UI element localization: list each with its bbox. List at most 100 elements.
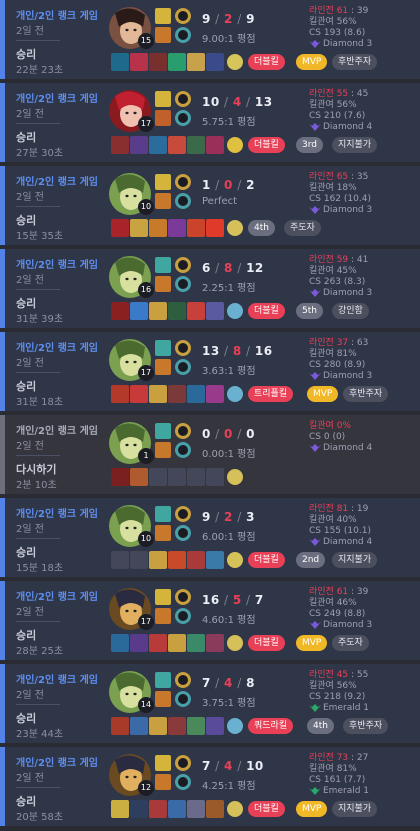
item-icon[interactable] [187,551,205,569]
time-ago: 2일 전 [16,109,44,120]
item-icon[interactable] [149,800,167,818]
item-icon[interactable] [168,800,186,818]
item-icon[interactable] [206,634,224,652]
ward-trinket-icon[interactable] [227,469,243,485]
item-icon[interactable] [111,717,129,735]
item-icon[interactable] [130,717,148,735]
item-icon[interactable] [168,302,186,320]
match-card[interactable]: 개인/2인 랭크 게임 2일 전 승리 27분 30초 17 10 / 4 / 13 5.7… [0,83,420,162]
item-icon[interactable] [130,53,148,71]
item-icon[interactable] [130,800,148,818]
item-icon[interactable] [149,53,167,71]
item-icon[interactable] [111,53,129,71]
item-icon[interactable] [111,385,129,403]
ward-trinket-icon[interactable] [227,718,243,734]
item-icon[interactable] [130,634,148,652]
match-card[interactable]: 개인/2인 랭크 게임 2일 전 승리 31분 18초 17 13 / 8 / 16 3.6… [0,332,420,411]
item-icon[interactable] [187,302,205,320]
match-card[interactable]: 개인/2인 랭크 게임 2일 전 승리 15분 18초 10 9 / 2 / 3 6.00:… [0,498,420,577]
item-icon[interactable] [206,136,224,154]
item-icon[interactable] [168,717,186,735]
item-icon[interactable] [111,136,129,154]
item-icon[interactable] [187,800,205,818]
item-icon[interactable] [111,800,129,818]
ward-trinket-icon[interactable] [227,386,243,402]
time-ago: 2일 전 [16,524,44,535]
item-icon[interactable] [168,136,186,154]
item-icon[interactable] [187,385,205,403]
ward-trinket-icon[interactable] [227,635,243,651]
item-icon[interactable] [149,136,167,154]
item-icon[interactable] [130,136,148,154]
item-icon[interactable] [187,219,205,237]
item-icon[interactable] [149,634,167,652]
ignite-spell-icon [155,27,171,43]
item-icon[interactable] [187,717,205,735]
kills-count: 7 [202,759,211,773]
match-card[interactable]: 개인/2인 랭크 게임 2일 전 승리 20분 58초 12 7 / 4 / 10 4.25… [0,747,420,826]
match-card[interactable]: 개인/2인 랭크 게임 2일 전 승리 22분 23초 15 9 / 2 / 9 9.00:… [0,0,420,79]
item-icon[interactable] [168,551,186,569]
empty-item-slot[interactable] [130,551,148,569]
item-icon[interactable] [130,468,148,486]
item-icon[interactable] [206,717,224,735]
item-icon[interactable] [206,551,224,569]
kda-ratio: 5.75:1 평점 [202,117,256,128]
game-result: 승리 [16,795,37,808]
match-card[interactable]: 개인/2인 랭크 게임 2일 전 승리 28분 25초 17 16 / 5 / 7 4.60… [0,581,420,660]
secondary-rune-icon [175,442,191,458]
ward-trinket-icon[interactable] [227,54,243,70]
queue-type: 개인/2인 랭크 게임 [16,177,98,188]
ward-trinket-icon[interactable] [227,801,243,817]
match-card[interactable]: 개인/2인 랭크 게임 2일 전 승리 31분 39초 16 6 / 8 / 12 2.25… [0,249,420,328]
item-icon[interactable] [168,385,186,403]
item-icon[interactable] [149,302,167,320]
ward-trinket-icon[interactable] [227,220,243,236]
item-icon[interactable] [187,136,205,154]
empty-item-slot[interactable] [149,468,167,486]
item-icon[interactable] [111,634,129,652]
item-icon[interactable] [206,53,224,71]
item-icon[interactable] [149,717,167,735]
item-icon[interactable] [206,800,224,818]
kill-participation: 킬관여 56% [309,17,357,27]
match-card[interactable]: 개인/2인 랭크 게임 2일 전 다시하기 2분 10초 1 0 / 0 / 0 0.00:… [0,415,420,494]
item-icon[interactable] [130,219,148,237]
ward-trinket-icon[interactable] [227,303,243,319]
lane-score: 라인전 81 : 19 [309,504,372,515]
match-card[interactable]: 개인/2인 랭크 게임 2일 전 승리 15분 35초 10 1 / 0 / 2 Perfe… [0,166,420,245]
multikill-badge: 더블킬 [248,137,285,153]
item-icon[interactable] [149,219,167,237]
item-icon[interactable] [111,302,129,320]
item-icon[interactable] [187,53,205,71]
flash-spell-icon [155,91,171,107]
ward-trinket-icon[interactable] [227,552,243,568]
item-icon[interactable] [130,385,148,403]
item-icon[interactable] [149,551,167,569]
match-card[interactable]: 개인/2인 랭크 게임 2일 전 승리 23분 44초 14 7 / 4 / 8 3.75:… [0,664,420,743]
item-icon[interactable] [187,634,205,652]
ward-trinket-icon[interactable] [227,137,243,153]
achievement-badge: 지지불가 [332,801,378,817]
empty-item-slot[interactable] [111,551,129,569]
average-tier: Diamond 3 [309,288,372,299]
empty-item-slot[interactable] [187,468,205,486]
item-icon[interactable] [111,219,129,237]
empty-item-slot[interactable] [168,468,186,486]
empty-item-slot[interactable] [206,468,224,486]
champion-level: 14 [138,697,154,713]
kda-separator: / [232,178,247,192]
lane-score-label: 라인전 65 [309,172,349,182]
item-icon[interactable] [130,302,148,320]
item-icon[interactable] [206,302,224,320]
item-icon[interactable] [149,385,167,403]
item-icon[interactable] [168,219,186,237]
ghost-spell-icon [155,506,171,522]
item-icon[interactable] [206,385,224,403]
keystone-rune-icon [175,423,191,439]
item-icon[interactable] [206,219,224,237]
item-icon[interactable] [111,468,129,486]
item-icon[interactable] [168,53,186,71]
kda-separator: / [210,759,225,773]
item-icon[interactable] [168,634,186,652]
